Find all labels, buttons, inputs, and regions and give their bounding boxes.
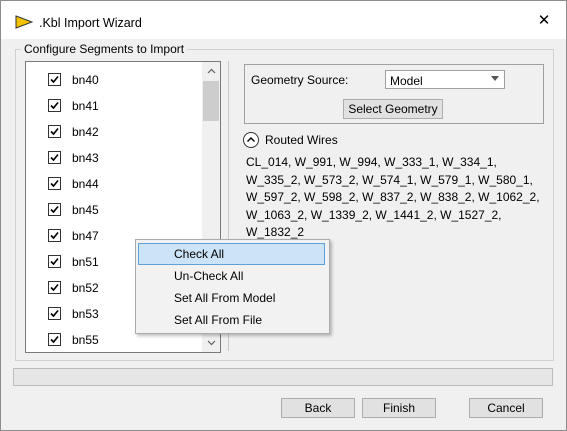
scroll-down-button[interactable] bbox=[202, 334, 220, 352]
geometry-source-label: Geometry Source: bbox=[251, 73, 349, 87]
list-item[interactable]: bn44 bbox=[26, 170, 202, 196]
segment-label: bn45 bbox=[72, 203, 99, 217]
checkmark-icon bbox=[50, 205, 59, 214]
segment-checkbox[interactable] bbox=[48, 151, 61, 164]
cancel-button[interactable]: Cancel bbox=[469, 398, 543, 418]
checkmark-icon bbox=[50, 283, 59, 292]
import-wizard-window: .Kbl Import Wizard ✕ Configure Segments … bbox=[0, 0, 567, 431]
segment-checkbox[interactable] bbox=[48, 177, 61, 190]
segment-label: bn40 bbox=[72, 73, 99, 87]
list-item[interactable]: bn41 bbox=[26, 92, 202, 118]
segment-checkbox[interactable] bbox=[48, 73, 61, 86]
segment-label: bn42 bbox=[72, 125, 99, 139]
context-menu-item-label: Set All From File bbox=[174, 313, 263, 327]
checkmark-icon bbox=[50, 335, 59, 344]
segment-label: bn55 bbox=[72, 333, 99, 347]
segment-checkbox[interactable] bbox=[48, 99, 61, 112]
group-label: Configure Segments to Import bbox=[21, 42, 188, 56]
scroll-thumb[interactable] bbox=[203, 81, 219, 121]
chevron-up-icon bbox=[207, 68, 215, 74]
chevron-down-icon bbox=[207, 340, 215, 346]
window-title: .Kbl Import Wizard bbox=[39, 16, 142, 30]
geometry-source-value: Model bbox=[390, 74, 423, 88]
segment-label: bn51 bbox=[72, 255, 99, 269]
checkmark-icon bbox=[50, 127, 59, 136]
routed-wires-list: CL_014, W_991, W_994, W_333_1, W_334_1, … bbox=[246, 155, 540, 239]
select-geometry-button[interactable]: Select Geometry bbox=[343, 99, 443, 119]
checkmark-icon bbox=[50, 309, 59, 318]
labview-icon bbox=[15, 15, 33, 29]
checkmark-icon bbox=[50, 153, 59, 162]
checkmark-icon bbox=[50, 101, 59, 110]
context-menu-item-label: Set All From Model bbox=[174, 291, 276, 305]
segment-checkbox[interactable] bbox=[48, 281, 61, 294]
segment-checkbox[interactable] bbox=[48, 203, 61, 216]
segment-checkbox[interactable] bbox=[48, 307, 61, 320]
segment-checkbox[interactable] bbox=[48, 229, 61, 242]
context-menu-item[interactable]: Set All From Model bbox=[138, 287, 325, 309]
segment-checkbox[interactable] bbox=[48, 333, 61, 346]
back-button[interactable]: Back bbox=[281, 398, 355, 418]
context-menu-item[interactable]: Un-Check All bbox=[138, 265, 325, 287]
context-menu-item-label: Check All bbox=[174, 247, 225, 261]
segment-label: bn41 bbox=[72, 99, 99, 113]
context-menu: Check All Un-Check All Set All From Model S… bbox=[135, 239, 330, 334]
checkmark-icon bbox=[50, 257, 59, 266]
title-bar: .Kbl Import Wizard ✕ bbox=[1, 1, 566, 39]
segment-label: bn47 bbox=[72, 229, 99, 243]
checkmark-icon bbox=[50, 179, 59, 188]
context-menu-item[interactable]: Check All bbox=[138, 243, 325, 265]
segment-label: bn53 bbox=[72, 307, 99, 321]
dropdown-arrow-icon bbox=[491, 76, 499, 81]
list-item[interactable]: bn42 bbox=[26, 118, 202, 144]
context-menu-item[interactable]: Set All From File bbox=[138, 309, 325, 331]
close-button[interactable]: ✕ bbox=[522, 1, 566, 39]
segment-checkbox[interactable] bbox=[48, 125, 61, 138]
segment-label: bn44 bbox=[72, 177, 99, 191]
close-icon: ✕ bbox=[537, 12, 551, 29]
list-item[interactable]: bn45 bbox=[26, 196, 202, 222]
checkmark-icon bbox=[50, 231, 59, 240]
routed-wires-toggle[interactable] bbox=[243, 132, 259, 148]
progress-bar bbox=[13, 368, 553, 386]
geometry-source-select[interactable]: Model bbox=[385, 70, 505, 89]
finish-button[interactable]: Finish bbox=[362, 398, 436, 418]
context-menu-item-label: Un-Check All bbox=[174, 269, 244, 283]
scroll-up-button[interactable] bbox=[202, 62, 220, 80]
routed-wires-label: Routed Wires bbox=[265, 133, 338, 147]
segment-label: bn52 bbox=[72, 281, 99, 295]
list-item[interactable]: bn43 bbox=[26, 144, 202, 170]
segment-label: bn43 bbox=[72, 151, 99, 165]
segment-checkbox[interactable] bbox=[48, 255, 61, 268]
list-item[interactable]: bn40 bbox=[26, 66, 202, 92]
checkmark-icon bbox=[50, 75, 59, 84]
chevron-up-icon bbox=[247, 137, 255, 142]
